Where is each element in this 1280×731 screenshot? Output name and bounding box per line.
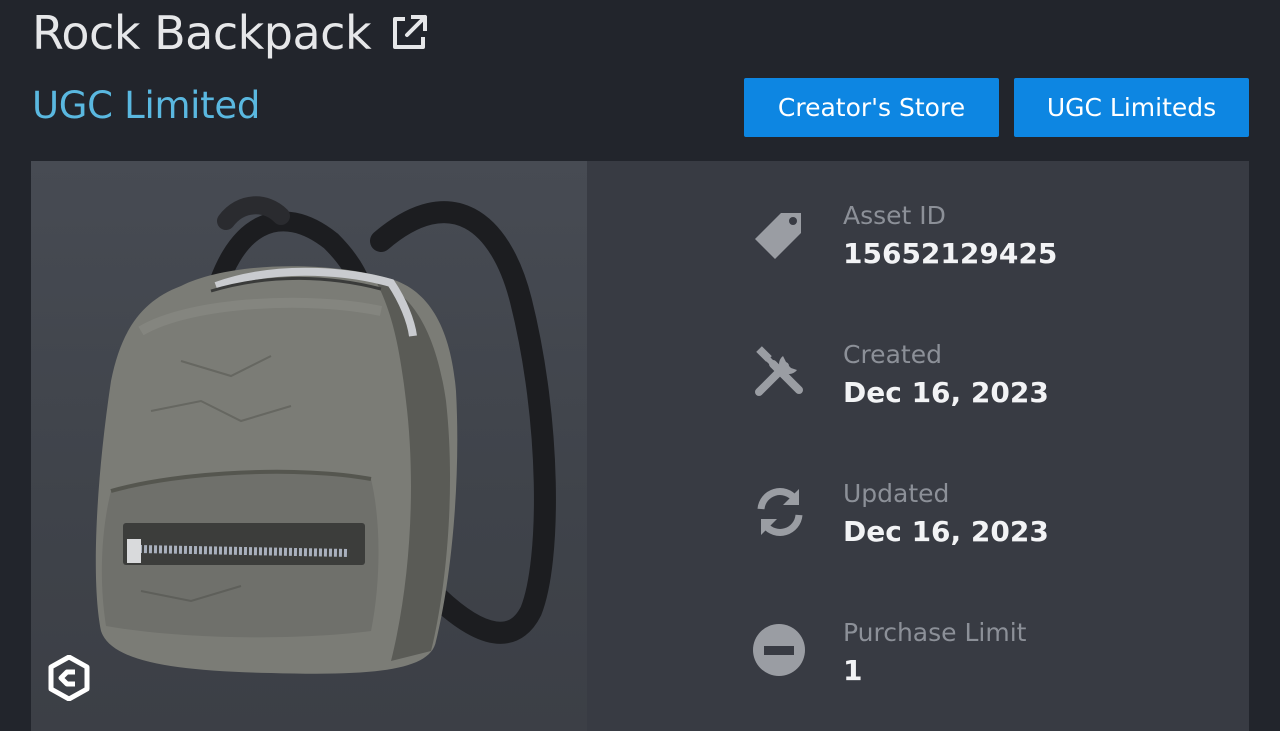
page-title: Rock Backpack [32, 6, 372, 60]
created-label: Created [843, 340, 942, 369]
brand-logo-icon [47, 655, 91, 701]
asset-id-row: Asset ID 15652129425 [749, 201, 1169, 293]
ugc-limiteds-button[interactable]: UGC Limiteds [1014, 78, 1249, 137]
item-details-panel: Asset ID 15652129425 Created Dec 16, 202… [31, 161, 1249, 731]
sync-icon [749, 481, 811, 543]
item-thumbnail [31, 161, 587, 731]
purchase-limit-label: Purchase Limit [843, 618, 1027, 647]
creators-store-button[interactable]: Creator's Store [744, 78, 999, 137]
updated-label: Updated [843, 479, 950, 508]
purchase-limit-row: Purchase Limit 1 [749, 618, 1169, 710]
asset-id-value: 15652129425 [843, 237, 1058, 270]
asset-id-label: Asset ID [843, 201, 946, 230]
created-row: Created Dec 16, 2023 [749, 340, 1169, 432]
item-type-link[interactable]: UGC Limited [32, 82, 260, 130]
title-row: Rock Backpack [32, 4, 431, 62]
backpack-image [95, 196, 556, 674]
tag-icon [749, 203, 811, 265]
tools-icon [749, 342, 811, 404]
updated-value: Dec 16, 2023 [843, 515, 1049, 548]
purchase-limit-value: 1 [843, 654, 863, 687]
updated-row: Updated Dec 16, 2023 [749, 479, 1169, 571]
created-value: Dec 16, 2023 [843, 376, 1049, 409]
minus-circle-icon [749, 620, 811, 682]
external-link-icon[interactable] [387, 11, 431, 55]
